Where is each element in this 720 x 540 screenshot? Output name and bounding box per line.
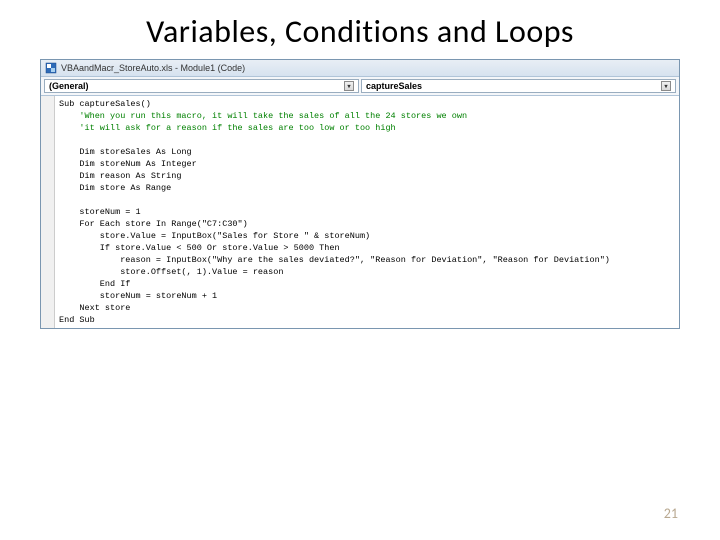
code-comment: 'When you run this macro, it will take t… <box>59 111 467 121</box>
procedure-dropdown[interactable]: captureSales ▾ <box>361 79 676 93</box>
code-line: storeNum = storeNum + 1 <box>59 291 217 301</box>
chevron-down-icon: ▾ <box>344 81 354 91</box>
code-line: store.Value = InputBox("Sales for Store … <box>59 231 370 241</box>
code-comment: 'it will ask for a reason if the sales a… <box>59 123 396 133</box>
code-line: Next store <box>59 303 130 313</box>
code-gutter <box>41 96 55 328</box>
code-line: store.Offset(, 1).Value = reason <box>59 267 283 277</box>
code-line: If store.Value < 500 Or store.Value > 50… <box>59 243 340 253</box>
code-line: End If <box>59 279 130 289</box>
vba-app-icon <box>45 62 57 74</box>
code-area: Sub captureSales() 'When you run this ma… <box>41 96 679 328</box>
object-dropdown-value: (General) <box>49 81 89 91</box>
vba-editor-window: VBAandMacr_StoreAuto.xls - Module1 (Code… <box>40 59 680 329</box>
code-line: Dim storeNum As Integer <box>59 159 197 169</box>
code-line: Dim store As Range <box>59 183 171 193</box>
page-number: 21 <box>664 505 678 522</box>
vba-titlebar: VBAandMacr_StoreAuto.xls - Module1 (Code… <box>41 60 679 77</box>
chevron-down-icon: ▾ <box>661 81 671 91</box>
object-dropdown[interactable]: (General) ▾ <box>44 79 359 93</box>
code-line: End Sub <box>59 315 95 325</box>
code-content[interactable]: Sub captureSales() 'When you run this ma… <box>55 96 679 328</box>
code-line: storeNum = 1 <box>59 207 141 217</box>
vba-window-title: VBAandMacr_StoreAuto.xls - Module1 (Code… <box>61 63 245 73</box>
slide-title: Variables, Conditions and Loops <box>40 12 680 51</box>
code-line: Dim reason As String <box>59 171 181 181</box>
code-line: reason = InputBox("Why are the sales dev… <box>59 255 610 265</box>
code-line: For Each store In Range("C7:C30") <box>59 219 248 229</box>
procedure-dropdown-value: captureSales <box>366 81 422 91</box>
vba-dropdown-row: (General) ▾ captureSales ▾ <box>41 77 679 96</box>
code-line: Dim storeSales As Long <box>59 147 192 157</box>
code-line: Sub captureSales() <box>59 99 151 109</box>
